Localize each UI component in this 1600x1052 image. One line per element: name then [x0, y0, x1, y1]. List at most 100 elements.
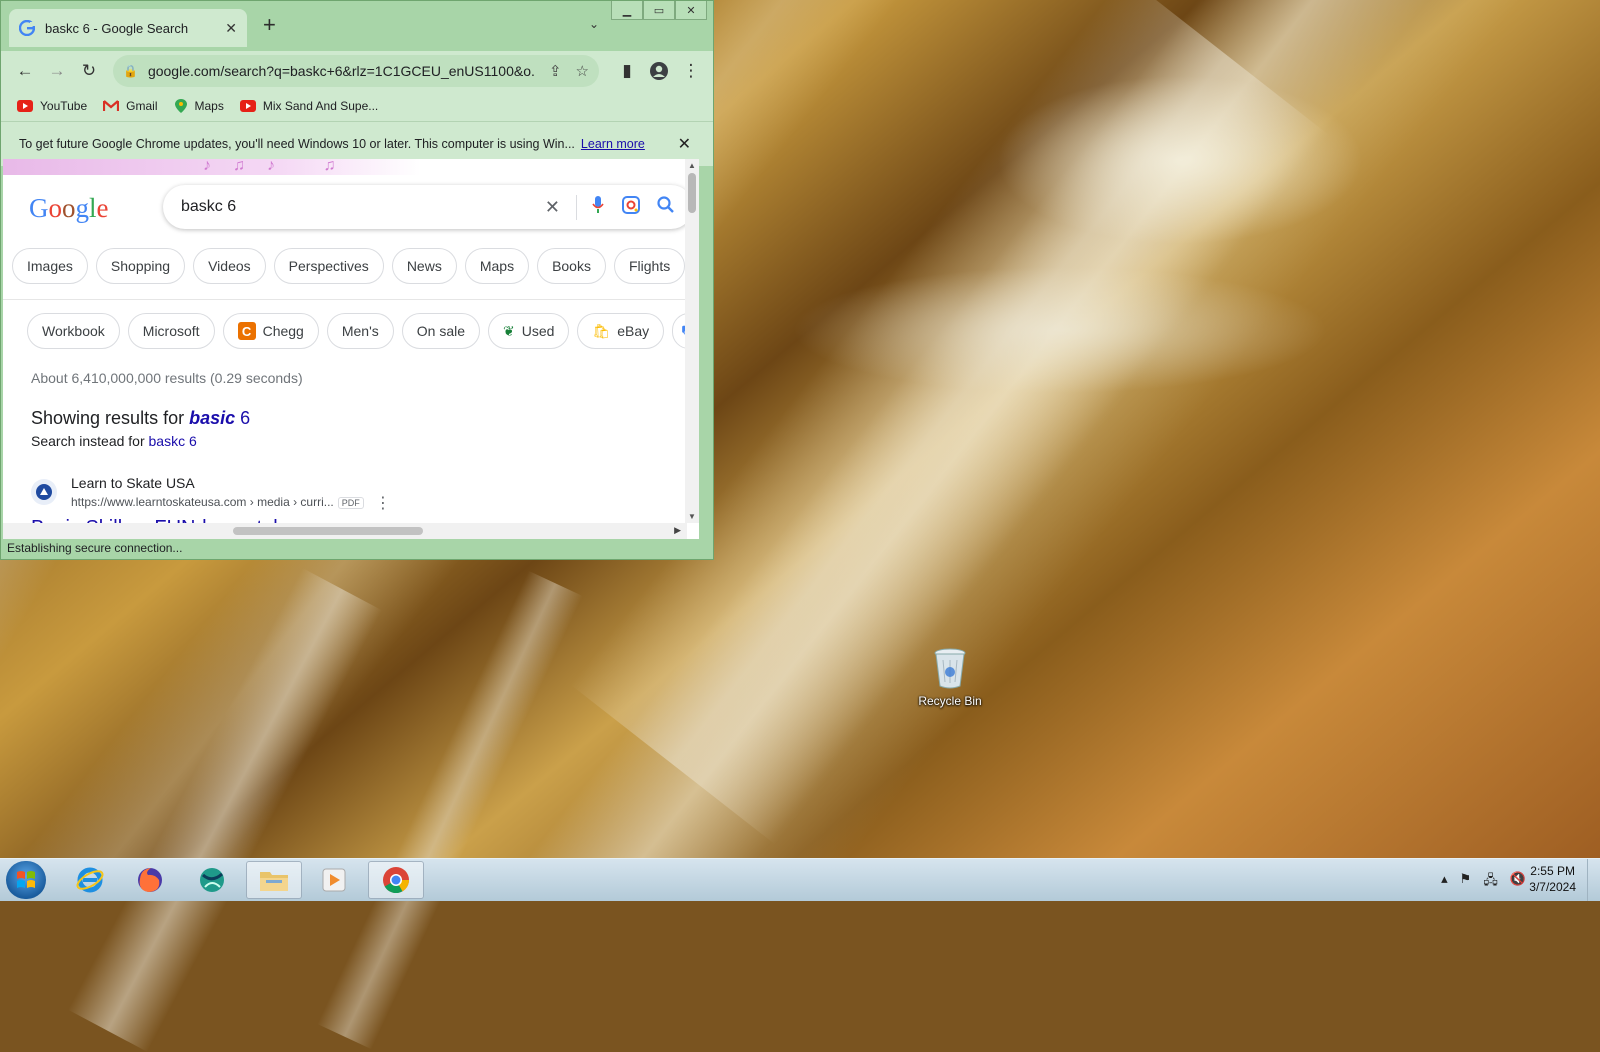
- horizontal-scroll-thumb[interactable]: [233, 527, 423, 535]
- refine-on-sale[interactable]: On sale: [401, 313, 481, 349]
- search-icon[interactable]: [657, 195, 675, 219]
- filter-perspectives[interactable]: Perspectives: [273, 248, 384, 284]
- show-desktop-button[interactable]: [1587, 859, 1600, 901]
- bookmark-gmail[interactable]: Gmail: [103, 99, 158, 113]
- clock[interactable]: 2:55 PM 3/7/2024: [1529, 863, 1576, 895]
- recycle-bin-icon: [933, 648, 967, 689]
- tab-strip: baskc 6 - Google Search ✕ + ⌄ ▁ ▭ ✕: [1, 1, 713, 51]
- site-favicon-icon: [31, 479, 57, 505]
- filter-books[interactable]: Books: [537, 248, 606, 284]
- app-button[interactable]: [184, 861, 240, 899]
- system-tray: ▴ ⚑ 🖧 🔇: [1429, 871, 1526, 893]
- close-infobar-icon[interactable]: ✕: [678, 134, 691, 154]
- google-doodle-logo[interactable]: Google: [29, 193, 109, 224]
- share-icon[interactable]: ⇪: [549, 62, 562, 80]
- tab-title: baskc 6 - Google Search: [45, 20, 189, 36]
- refine-ebay[interactable]: 🛍 eBay: [577, 313, 665, 349]
- chrome-button[interactable]: [368, 861, 424, 899]
- reload-icon[interactable]: ↻: [79, 61, 99, 81]
- bookmark-youtube[interactable]: YouTube: [17, 99, 87, 113]
- new-tab-button[interactable]: +: [263, 14, 276, 36]
- scroll-up-icon[interactable]: ▲: [688, 161, 696, 170]
- internet-explorer-button[interactable]: [62, 861, 118, 899]
- bookmark-maps[interactable]: Maps: [174, 98, 224, 114]
- lock-icon[interactable]: 🔒: [123, 64, 138, 78]
- vertical-scroll-thumb[interactable]: [688, 173, 696, 213]
- corrected-query-link[interactable]: basic 6: [189, 408, 250, 428]
- filter-news[interactable]: News: [391, 248, 457, 284]
- media-player-button[interactable]: [306, 861, 362, 899]
- filter-maps[interactable]: Maps: [464, 248, 530, 284]
- search-input[interactable]: baskc 6 ✕: [163, 185, 693, 229]
- filter-images[interactable]: Images: [12, 248, 88, 284]
- maps-icon: [174, 99, 187, 113]
- shopping-bag-icon: 🛍: [592, 322, 611, 339]
- menu-kebab-icon[interactable]: ⋮: [681, 61, 701, 81]
- filter-flights[interactable]: Flights: [613, 248, 686, 284]
- windows-logo-icon: [17, 871, 35, 888]
- close-tab-icon[interactable]: ✕: [225, 20, 237, 37]
- browser-tab[interactable]: baskc 6 - Google Search ✕: [9, 9, 247, 47]
- vertical-scrollbar[interactable]: ▲ ▼: [685, 159, 699, 523]
- minimize-button[interactable]: ▁: [611, 1, 643, 20]
- leaf-icon: ❦: [503, 322, 515, 339]
- refine-used[interactable]: ❦ Used: [488, 313, 570, 349]
- bookmark-star-icon[interactable]: ☆: [576, 62, 589, 80]
- network-icon[interactable]: 🖧: [1483, 871, 1498, 893]
- filter-shopping[interactable]: Shopping: [95, 248, 186, 284]
- refine-mens[interactable]: Men's: [326, 313, 394, 349]
- refine-chegg[interactable]: C Chegg: [222, 313, 319, 349]
- horizontal-scrollbar[interactable]: ▶: [3, 523, 687, 539]
- microphone-icon[interactable]: [576, 194, 605, 220]
- chrome-icon: [383, 867, 410, 894]
- browser-toolbar: ← → ↻ 🔒 google.com/search?q=baskc+6&rlz=…: [1, 51, 713, 91]
- maximize-button[interactable]: ▭: [643, 1, 675, 20]
- pdf-badge: PDF: [337, 497, 364, 509]
- filter-videos[interactable]: Videos: [193, 248, 266, 284]
- result-site-name[interactable]: Learn to Skate USA: [71, 475, 195, 491]
- recycle-bin[interactable]: Recycle Bin: [905, 648, 995, 708]
- volume-muted-icon[interactable]: 🔇: [1510, 871, 1526, 893]
- profile-avatar-icon[interactable]: [649, 61, 669, 81]
- file-explorer-button[interactable]: [246, 861, 302, 899]
- infobar-message: To get future Google Chrome updates, you…: [19, 137, 575, 151]
- clear-search-icon[interactable]: ✕: [545, 197, 560, 218]
- refinement-chips: Workbook Microsoft C Chegg Men's On sale…: [3, 300, 699, 362]
- search-filters: Images Shopping Videos Perspectives News…: [3, 237, 699, 295]
- show-hidden-icons[interactable]: ▴: [1441, 871, 1448, 893]
- scroll-down-icon[interactable]: ▼: [688, 512, 696, 521]
- media-player-icon: [322, 868, 346, 892]
- close-window-button[interactable]: ✕: [675, 1, 707, 20]
- start-button[interactable]: [6, 861, 46, 899]
- action-center-flag-icon[interactable]: ⚑: [1460, 871, 1472, 893]
- status-bubble: Establishing secure connection...: [1, 539, 225, 557]
- lens-camera-icon[interactable]: [621, 195, 641, 220]
- firefox-icon: [138, 868, 162, 892]
- wallpaper-highlight: [67, 568, 383, 1052]
- original-query-link[interactable]: baskc 6: [149, 433, 197, 449]
- search-query[interactable]: baskc 6: [181, 198, 529, 216]
- result-more-icon[interactable]: ⋮: [375, 493, 391, 513]
- clock-time: 2:55 PM: [1530, 864, 1575, 878]
- google-favicon-icon: [19, 20, 35, 36]
- result-url[interactable]: https://www.learntoskateusa.com › media …: [71, 495, 364, 509]
- internet-explorer-icon: [76, 867, 104, 893]
- back-arrow-icon[interactable]: ←: [15, 61, 35, 81]
- firefox-button[interactable]: [122, 861, 178, 899]
- youtube-icon: [239, 100, 256, 112]
- refine-workbook[interactable]: Workbook: [27, 313, 120, 349]
- forward-arrow-icon[interactable]: →: [47, 61, 67, 81]
- scroll-right-icon[interactable]: ▶: [674, 525, 681, 536]
- address-bar[interactable]: 🔒 google.com/search?q=baskc+6&rlz=1C1GCE…: [113, 55, 599, 87]
- tab-search-chevron-icon[interactable]: ⌄: [589, 17, 599, 31]
- url-text[interactable]: google.com/search?q=baskc+6&rlz=1C1GCEU_…: [148, 63, 535, 79]
- result-stats: About 6,410,000,000 results (0.29 second…: [31, 370, 303, 386]
- clock-date: 3/7/2024: [1529, 880, 1576, 894]
- bookmark-mix-sand[interactable]: Mix Sand And Supe...: [239, 99, 378, 113]
- music-notes-icon: ♪♫♪ ♫: [203, 159, 358, 174]
- recycle-bin-label: Recycle Bin: [918, 694, 982, 708]
- refine-microsoft[interactable]: Microsoft: [127, 313, 215, 349]
- learn-more-link[interactable]: Learn more: [581, 137, 645, 151]
- side-panel-icon[interactable]: ▮: [617, 61, 637, 81]
- folder-icon: [260, 872, 288, 891]
